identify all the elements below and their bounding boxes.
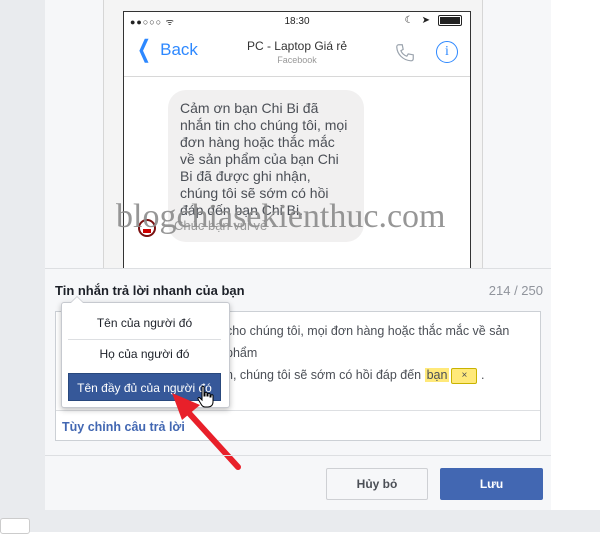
variable-token: bạn (424, 368, 450, 382)
call-icon[interactable] (394, 42, 416, 64)
reply-text-line2: n, chúng tôi sẽ sớm có hồi đáp đến bạn × … (226, 364, 536, 386)
customize-reply-link[interactable]: Tùy chỉnh câu trả lời (62, 420, 185, 434)
chat-subtitle: Facebook (277, 55, 317, 65)
page-background-left (0, 0, 45, 532)
reply-text-end: . (480, 368, 485, 382)
chat-header: ❮ Back PC - Laptop Giá rẻ Facebook i (124, 30, 470, 77)
chat-title: PC - Laptop Giá rẻ (246, 39, 348, 53)
token-remove-button[interactable]: × (451, 367, 478, 384)
cancel-button[interactable]: Hủy bỏ (326, 468, 428, 500)
reply-text-line1: cho chúng tôi, mọi đơn hàng hoặc thắc mắ… (226, 324, 510, 360)
page-background-bottom (0, 510, 600, 532)
option-first-name[interactable]: Tên của người đó (68, 309, 221, 337)
location-icon: ➤ (421, 15, 430, 26)
customize-reply-row[interactable]: Tùy chỉnh câu trả lời (56, 410, 540, 443)
watermark-text: blogchiasekienthuc.com (116, 198, 446, 235)
moon-icon: ☾ (404, 15, 414, 26)
hand-cursor-icon (197, 385, 214, 408)
info-icon[interactable]: i (436, 41, 458, 63)
reply-text[interactable]: cho chúng tôi, mọi đơn hàng hoặc thắc mắ… (226, 320, 536, 386)
reply-text-line2-content: n, chúng tôi sẽ sớm có hồi đáp đến (226, 368, 422, 382)
option-last-name[interactable]: Họ của người đó (68, 340, 221, 368)
phone-status-bar: ●●○○○ ᯤ 18:30 ☾ ➤ (124, 12, 470, 30)
save-button[interactable]: Lưu (440, 468, 543, 500)
character-counter: 214 / 250 (488, 283, 543, 298)
battery-icon (438, 15, 462, 26)
